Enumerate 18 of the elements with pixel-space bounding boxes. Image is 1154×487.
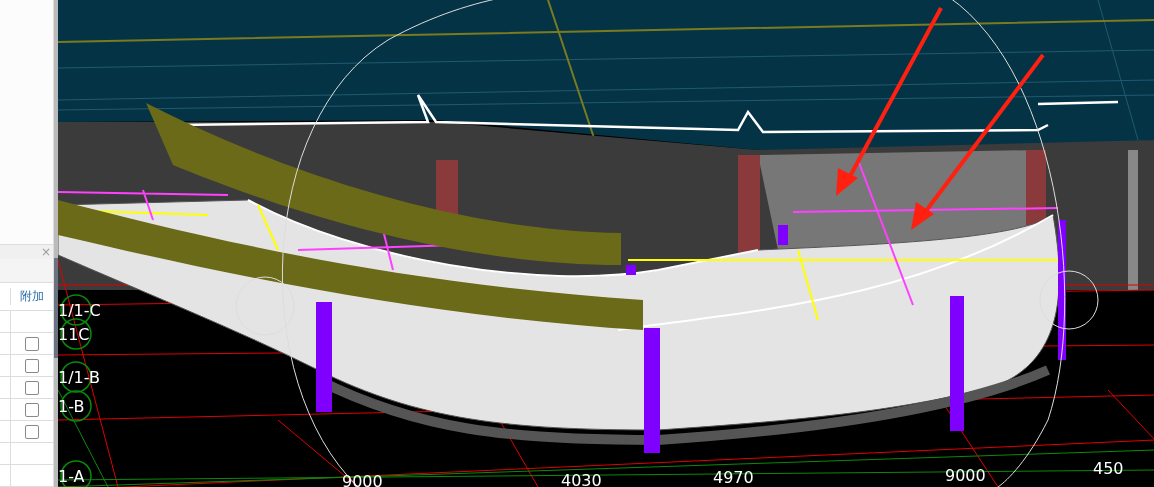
dimension-label: 4970	[713, 468, 754, 487]
axis-marker: 1-B	[58, 390, 92, 422]
checkbox[interactable]	[25, 358, 39, 373]
checkbox[interactable]	[25, 402, 39, 417]
axis-marker: 1-A	[58, 460, 92, 487]
scrollbar-thumb[interactable]	[54, 258, 58, 358]
dimension-label: 9000	[342, 472, 383, 487]
checkbox[interactable]	[25, 380, 39, 395]
axis-marker: 11C	[58, 318, 92, 350]
column-header: 附加	[10, 288, 53, 305]
dimension-label: 450	[1093, 459, 1124, 478]
close-button[interactable]: ×	[38, 244, 53, 259]
checkbox[interactable]	[25, 336, 39, 351]
column	[778, 225, 788, 245]
dimension-label: 9000	[945, 466, 986, 485]
checkbox[interactable]	[25, 424, 39, 439]
dimension-label: 4030	[561, 471, 602, 487]
column	[626, 265, 636, 275]
